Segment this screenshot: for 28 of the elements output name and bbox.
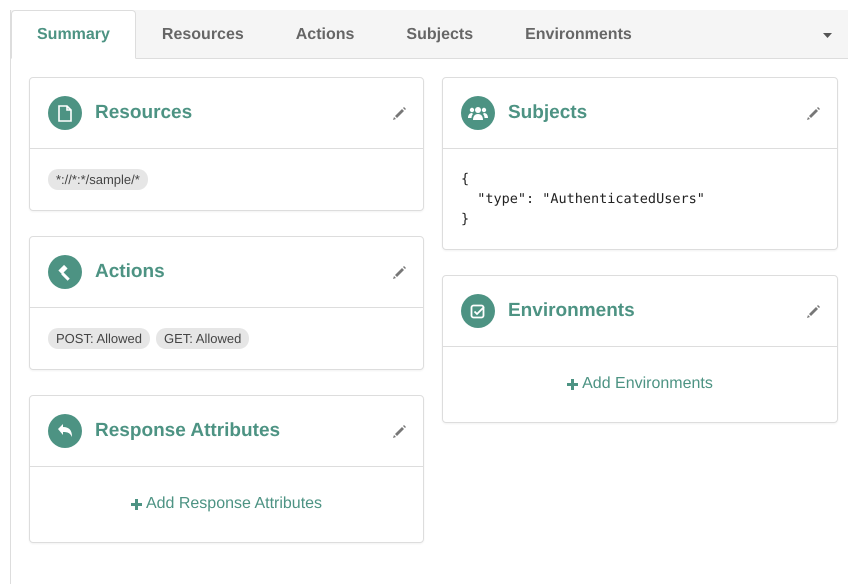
card-title: Environments [508,300,636,322]
add-link[interactable]: Add Environments [567,375,713,393]
plus-icon [130,498,142,510]
pencil-icon[interactable] [392,424,407,438]
pencil-icon[interactable] [806,304,821,318]
pencil-icon[interactable] [392,264,407,280]
users-icon [468,105,488,121]
pencil-icon[interactable] [392,106,407,120]
code-text: { "type": "AuthenticatedUsers" } [461,170,705,229]
tab[interactable]: Actions [270,10,380,59]
card-title: Resources [95,102,194,124]
tab[interactable]: Resources [136,10,270,59]
undo-arrow-icon [56,423,74,439]
tab[interactable]: Summary [11,10,136,59]
pencil-icon[interactable] [806,106,821,120]
card-title: Response Attributes [95,420,282,442]
card-title: Subjects [508,102,588,124]
checkbox-icon [470,303,486,319]
document-icon [58,104,72,122]
card-title: Actions [95,261,166,283]
add-link[interactable]: Add Response Attributes [130,495,322,513]
caret-icon[interactable] [823,33,832,38]
tab[interactable]: Environments [499,10,658,59]
tab[interactable]: Subjects [380,10,500,59]
tag: GET: Allowed [156,328,250,349]
tag: *://*:*/sample/* [48,169,148,190]
tag: POST: Allowed [48,328,150,349]
plus-icon [567,378,578,390]
